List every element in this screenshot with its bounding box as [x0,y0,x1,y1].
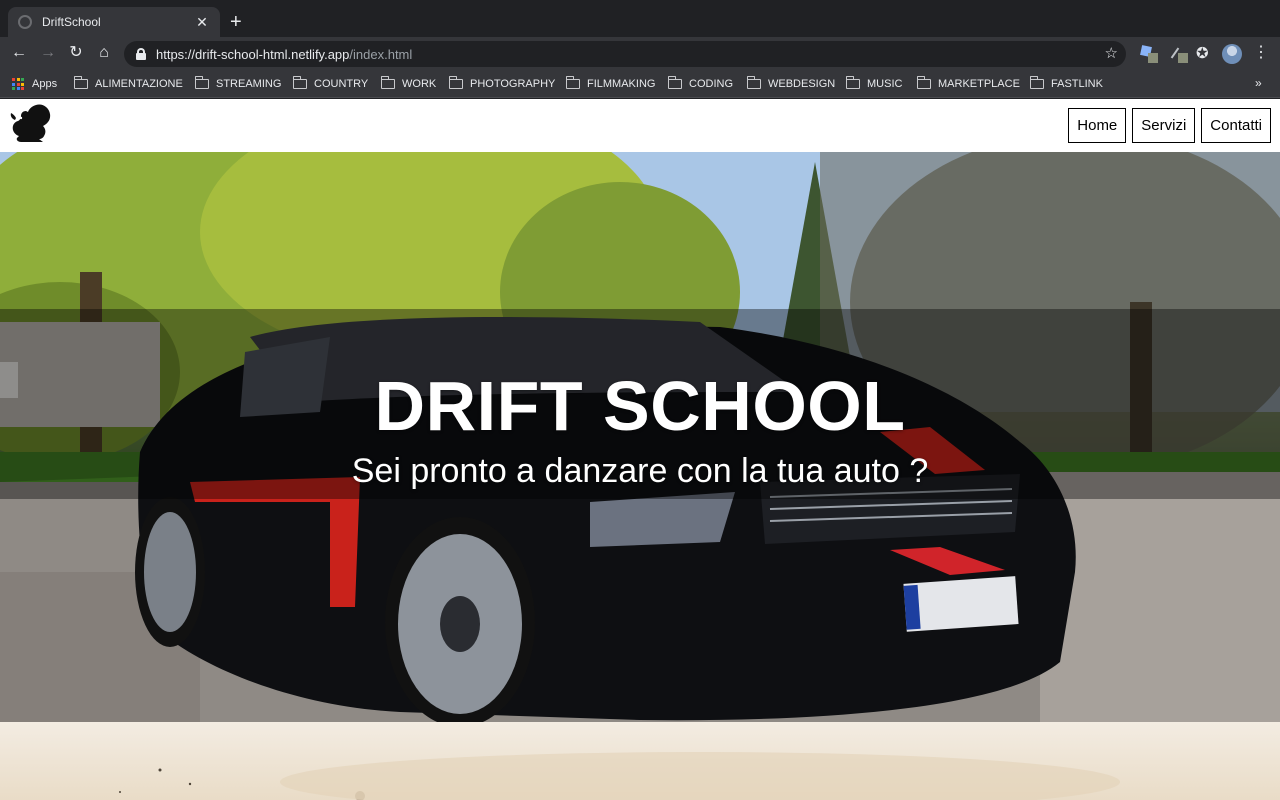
browser-tab[interactable]: DriftSchool ✕ [8,7,220,37]
nav-link-servizi[interactable]: Servizi [1132,108,1196,143]
bookmark-label: Apps [32,78,58,90]
bookmark-folder[interactable]: COUNTRY [292,76,369,92]
bookmarks-overflow-button[interactable]: » [1255,76,1262,90]
folder-icon [916,76,931,89]
bookmark-star-icon[interactable]: ☆ [1105,44,1118,62]
bookmark-label: FASTLINK [1051,78,1103,90]
hero-title: DRIFT SCHOOL [374,367,906,445]
bookmark-label: MUSIC [867,78,903,90]
browser-toolbar: ← → ↻ ⌂ https://drift-school-html.netlif… [0,37,1280,70]
home-icon[interactable]: ⌂ [93,42,115,64]
tab-title: DriftSchool [42,15,101,29]
bookmark-label: FILMMAKING [587,78,656,90]
extension-icon[interactable] [1170,45,1188,63]
forward-arrow-icon[interactable]: → [37,42,59,64]
web-page: Home Servizi Contatti DRIFT SCHOOL Sei p… [0,99,1280,800]
bookmark-label: WORK [402,78,437,90]
bookmarks-bar: Apps ALIMENTAZIONE STREAMING COUNTRY WOR… [0,70,1280,98]
nav-link-contatti[interactable]: Contatti [1201,108,1271,143]
folder-icon [1029,76,1044,89]
globe-icon [18,15,32,29]
folder-icon [380,76,395,89]
hero-section: DRIFT SCHOOL Sei pronto a danzare con la… [0,152,1280,722]
kebab-menu-icon[interactable]: ⋮ [1253,43,1269,63]
new-tab-button[interactable]: + [230,11,242,33]
bookmark-label: CODING [689,78,733,90]
url-host: https://drift-school-html.netlify.app [156,46,350,62]
folder-icon [565,76,580,89]
folder-icon [448,76,463,89]
browser-tab-bar: DriftSchool ✕ + [0,0,1280,37]
site-header: Home Servizi Contatti [0,99,1280,152]
back-arrow-icon[interactable]: ← [8,42,30,64]
bookmark-folder[interactable]: ALIMENTAZIONE [73,76,183,92]
bookmark-label: STREAMING [216,78,282,90]
url-path: /index.html [349,46,413,62]
extension-icon[interactable] [1140,45,1158,63]
folder-icon [194,76,209,89]
bookmark-folder[interactable]: STREAMING [194,76,282,92]
address-bar[interactable]: https://drift-school-html.netlify.app/in… [124,41,1126,67]
site-nav: Home Servizi Contatti [1068,108,1271,143]
bookmark-folder[interactable]: WORK [380,76,437,92]
bookmark-label: WEBDESIGN [768,78,836,90]
lock-icon[interactable] [136,48,146,60]
bookmark-label: ALIMENTAZIONE [95,78,183,90]
dust-texture [119,752,1120,800]
bookmark-apps[interactable]: Apps [12,76,57,92]
hero-subtitle: Sei pronto a danzare con la tua auto ? [351,452,929,490]
extensions-puzzle-icon[interactable]: ✪ [1196,44,1209,62]
bookmark-folder[interactable]: MUSIC [845,76,903,92]
apps-grid-icon [12,78,24,90]
nav-link-home[interactable]: Home [1068,108,1127,143]
reload-icon[interactable]: ↻ [65,42,87,64]
bookmark-folder[interactable]: CODING [667,76,733,92]
bookmark-folder[interactable]: MARKETPLACE [916,76,1020,92]
bookmark-label: PHOTOGRAPHY [470,78,556,90]
bookmark-label: MARKETPLACE [938,78,1020,90]
close-icon[interactable]: ✕ [194,14,210,31]
bookmark-folder[interactable]: PHOTOGRAPHY [448,76,556,92]
bookmark-label: COUNTRY [314,78,369,90]
next-section-preview [0,722,1280,800]
folder-icon [73,76,88,89]
bookmark-folder[interactable]: FILMMAKING [565,76,656,92]
profile-avatar[interactable] [1222,44,1242,64]
folder-icon [845,76,860,89]
folder-icon [667,76,682,89]
folder-icon [746,76,761,89]
folder-icon [292,76,307,89]
bookmark-folder[interactable]: FASTLINK [1029,76,1103,92]
bookmark-folder[interactable]: WEBDESIGN [746,76,836,92]
squirrel-logo-icon[interactable] [9,102,53,144]
